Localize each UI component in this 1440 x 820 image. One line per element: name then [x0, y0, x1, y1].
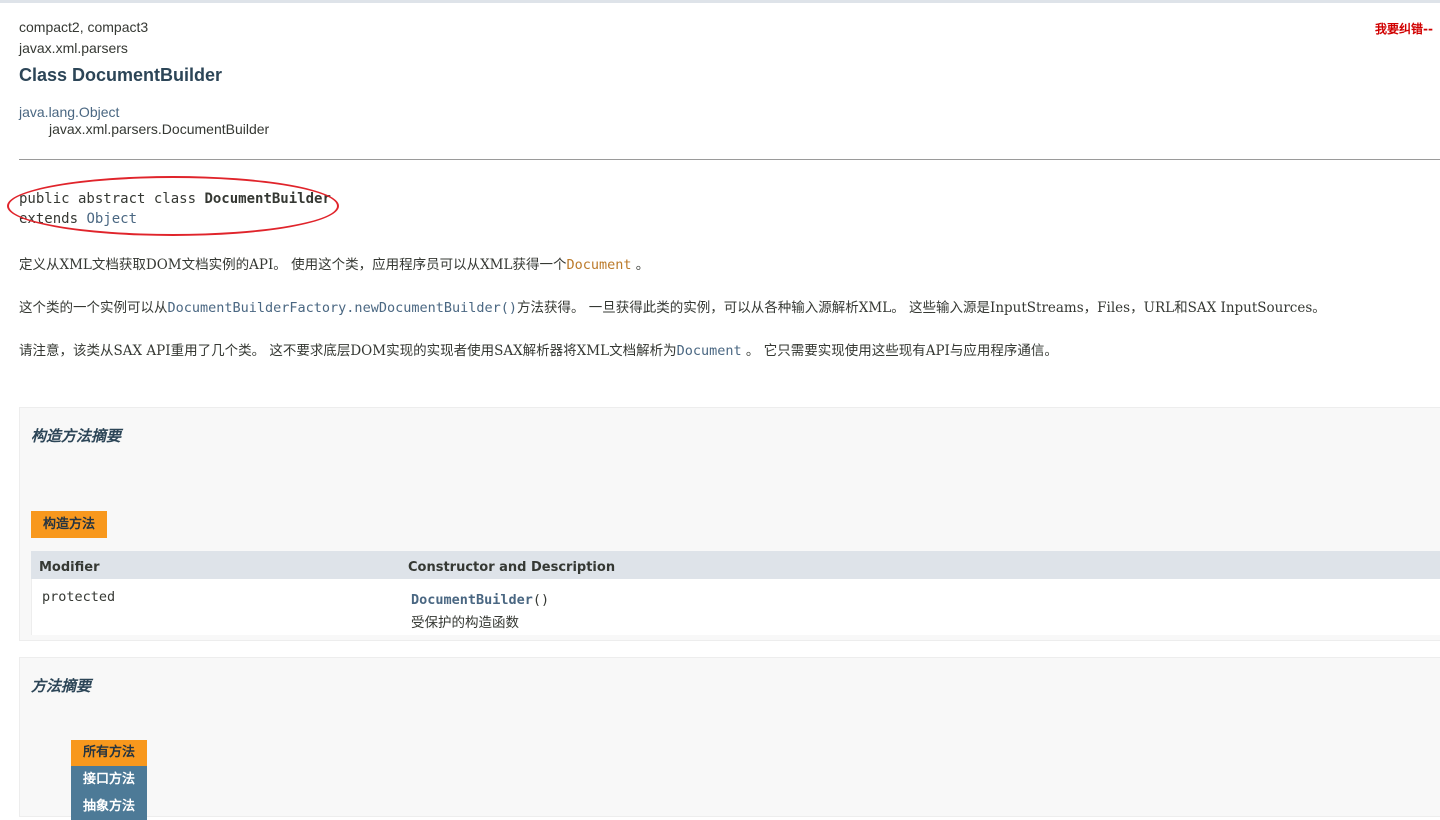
factory-method-link[interactable]: DocumentBuilderFactory.newDocumentBuilde…	[168, 300, 518, 316]
constructor-summary-heading: 构造方法摘要	[31, 427, 122, 445]
current-class-label: javax.xml.parsers.DocumentBuilder	[49, 121, 270, 137]
description-paragraph-3: 请注意，该类从SAX API重用了几个类。 这不要求底层DOM实现的实现者使用S…	[19, 339, 1058, 359]
table-row: protected DocumentBuilder() 受保护的构造函数	[31, 579, 1440, 635]
document-code: Document	[676, 343, 742, 359]
method-summary-heading: 方法摘要	[31, 677, 92, 695]
tab-interface-methods[interactable]: 接口方法	[71, 766, 148, 793]
extends-keyword: extends	[19, 211, 87, 227]
constructor-params: ()	[532, 592, 550, 608]
p3-end: 。 它只需要实现使用这些现有API与应用程序通信。	[741, 343, 1058, 359]
divider	[19, 159, 1440, 160]
inheritance-tree: java.lang.Object javax.xml.parsers.Docum…	[19, 104, 269, 138]
parent-class-link[interactable]: java.lang.Object	[19, 104, 119, 120]
method-summary-section: 方法摘要 所有方法 接口方法 抽象方法	[19, 657, 1440, 820]
declaration-class-name: DocumentBuilder	[204, 191, 331, 207]
row-modifier: protected	[42, 589, 116, 605]
constructor-table: Modifier Constructor and Description pro…	[31, 551, 1440, 635]
class-declaration: public abstract class DocumentBuilder ex…	[19, 189, 331, 229]
package-label: javax.xml.parsers	[19, 40, 128, 56]
report-error-link[interactable]: 我要纠错--	[1375, 20, 1433, 37]
p1-end: 。	[631, 257, 650, 273]
description-paragraph-1: 定义从XML文档获取DOM文档实例的API。 使用这个类，应用程序员可以从XML…	[19, 253, 649, 273]
document-link[interactable]: Document	[566, 257, 631, 273]
col-description-header: Constructor and Description	[408, 560, 616, 575]
constructor-summary-section: 构造方法摘要 构造方法 Modifier Constructor and Des…	[19, 407, 1440, 641]
row-constructor: DocumentBuilder() 受保护的构造函数	[411, 589, 549, 631]
p2-text: 这个类的一个实例可以从	[19, 300, 168, 316]
top-border	[0, 0, 1440, 3]
constructor-description: 受保护的构造函数	[411, 615, 519, 631]
p3-text: 请注意，该类从SAX API重用了几个类。 这不要求底层DOM实现的实现者使用S…	[19, 343, 677, 359]
page-title: Class DocumentBuilder	[19, 65, 223, 85]
profiles-label: compact2, compact3	[19, 19, 149, 35]
tab-all-methods[interactable]: 所有方法	[71, 740, 148, 766]
p2-end: 方法获得。 一旦获得此类的实例，可以从各种输入源解析XML。 这些输入源是Inp…	[517, 300, 1326, 316]
declaration-modifiers: public abstract class	[19, 191, 205, 207]
table-header: Modifier Constructor and Description	[31, 551, 1440, 579]
constructor-link[interactable]: DocumentBuilder	[411, 592, 533, 608]
tab-abstract-methods[interactable]: 抽象方法	[71, 793, 148, 820]
class-header: compact2, compact3 javax.xml.parsers Cla…	[19, 17, 222, 86]
extends-object-link[interactable]: Object	[86, 211, 137, 227]
tab-constructors[interactable]: 构造方法	[31, 511, 108, 538]
p1-text: 定义从XML文档获取DOM文档实例的API。 使用这个类，应用程序员可以从XML…	[19, 257, 567, 273]
description-paragraph-2: 这个类的一个实例可以从DocumentBuilderFactory.newDoc…	[19, 296, 1326, 316]
col-modifier-header: Modifier	[39, 560, 100, 575]
